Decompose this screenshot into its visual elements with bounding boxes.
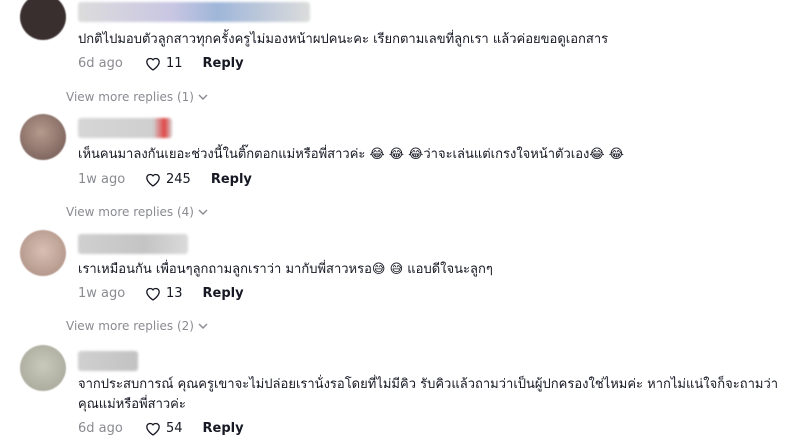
comment-meta: 6d ago 11 Reply	[78, 54, 244, 72]
view-more-replies[interactable]: View more replies (1)	[66, 90, 208, 104]
reply-button[interactable]: Reply	[203, 286, 244, 301]
view-more-replies[interactable]: View more replies (2)	[66, 319, 208, 333]
avatar[interactable]	[20, 0, 66, 40]
comment-text: เห็นคนมาลงกันเยอะช่วงนี้ในติ๊กตอกแม่หรือ…	[78, 147, 624, 162]
like-button[interactable]: 13	[144, 285, 183, 301]
avatar[interactable]	[20, 230, 66, 276]
comment-text: ปกติไปมอบตัวลูกสาวทุกครั้งครูไม่มองหน้าผ…	[78, 32, 609, 47]
comment-meta: 1w ago 245 Reply	[78, 170, 252, 188]
username-redacted[interactable]	[78, 351, 138, 371]
like-button[interactable]: 11	[144, 55, 183, 71]
reply-button[interactable]: Reply	[203, 421, 244, 436]
comment-meta: 1w ago 13 Reply	[78, 284, 244, 302]
view-more-replies-label: View more replies (4)	[66, 205, 194, 219]
like-count: 245	[166, 171, 191, 187]
comment-text: จากประสบการณ์ คุณครูเขาจะไม่ปล่อยเราน้่ง…	[78, 377, 779, 412]
chevron-down-icon	[198, 209, 208, 215]
chevron-down-icon	[198, 94, 208, 100]
like-button[interactable]: 245	[144, 171, 191, 187]
view-more-replies[interactable]: View more replies (4)	[66, 205, 208, 219]
comment-meta: 6d ago 54 Reply	[78, 419, 244, 437]
username-redacted[interactable]	[78, 234, 188, 254]
reply-button[interactable]: Reply	[211, 172, 252, 187]
avatar[interactable]	[20, 345, 66, 391]
view-more-replies-label: View more replies (1)	[66, 90, 194, 104]
heart-icon	[146, 422, 160, 436]
like-count: 54	[166, 420, 183, 436]
username-redacted[interactable]	[78, 118, 172, 138]
like-count: 13	[166, 285, 183, 301]
like-button[interactable]: 54	[144, 420, 183, 436]
comment-date: 6d ago	[78, 420, 123, 436]
heart-icon	[146, 57, 160, 71]
comment-text: เราเหมือนกัน เพื่อนๆลูกถามลูกเราว่า มากั…	[78, 262, 493, 277]
comment-date: 6d ago	[78, 55, 123, 71]
avatar[interactable]	[20, 114, 66, 160]
comment-date: 1w ago	[78, 285, 126, 301]
chevron-down-icon	[198, 323, 208, 329]
like-count: 11	[166, 55, 183, 71]
heart-icon	[146, 287, 160, 301]
username-redacted[interactable]	[78, 2, 310, 22]
view-more-replies-label: View more replies (2)	[66, 319, 194, 333]
heart-icon	[146, 173, 160, 187]
reply-button[interactable]: Reply	[203, 56, 244, 71]
comment-date: 1w ago	[78, 171, 126, 187]
